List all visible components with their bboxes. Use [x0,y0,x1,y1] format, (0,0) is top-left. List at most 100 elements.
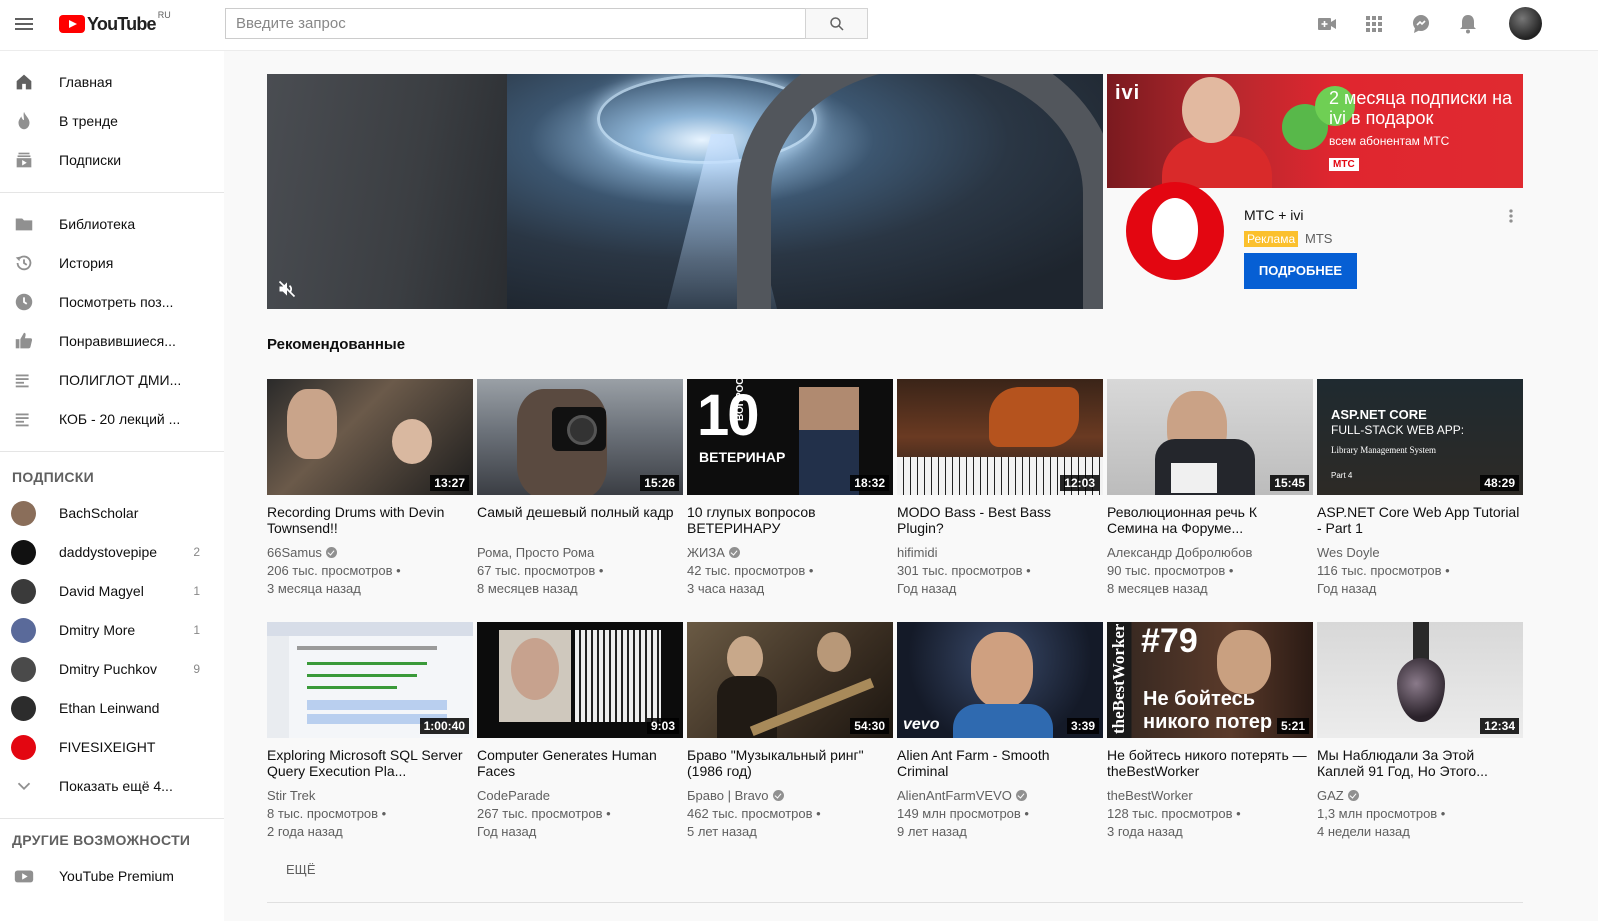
video-title[interactable]: Alien Ant Farm - Smooth Criminal [897,747,1101,779]
video-thumbnail[interactable]: 1:00:40 [267,622,473,738]
subscriptions-heading: ПОДПИСКИ [12,469,94,485]
sidebar-sub-daddystovepipe[interactable]: daddystovepipe 2 [0,532,224,572]
sidebar-show-more[interactable]: Показать ещё 4... [0,766,224,806]
sidebar-item-label: Показать ещё 4... [59,778,173,794]
video-title[interactable]: Самый дешевый полный кадр [477,504,681,520]
sidebar-item-youtube-premium[interactable]: YouTube Premium [0,856,224,896]
sidebar-sub-dmitry-puchkov[interactable]: Dmitry Puchkov 9 [0,649,224,689]
video-channel[interactable]: Браво | Bravo [687,788,784,803]
more-vert-icon[interactable] [1501,206,1521,226]
sidebar-sub-david-magyel[interactable]: David Magyel 1 [0,571,224,611]
thumb-window-bar [267,622,473,636]
video-card[interactable]: ASP.NET CORE FULL-STACK WEB APP: Library… [1317,379,1523,599]
sidebar-item-liked[interactable]: Понравившиеся... [0,321,224,361]
playlist-icon [15,374,29,388]
video-title[interactable]: ASP.NET Core Web App Tutorial - Part 1 [1317,504,1521,536]
sidebar-item-label: В тренде [59,113,118,129]
sidebar-item-subscriptions[interactable]: Подписки [0,140,224,180]
video-channel[interactable]: CodeParade [477,788,550,803]
video-duration: 18:32 [850,475,889,491]
video-title[interactable]: MODO Bass - Best Bass Plugin? [897,504,1101,536]
video-card[interactable]: vevo 3:39 Alien Ant Farm - Smooth Crimin… [897,622,1103,842]
sidebar-item-playlist-polyglot[interactable]: ПОЛИГЛОТ ДМИ... [0,360,224,400]
new-videos-count: 1 [193,584,200,598]
video-title[interactable]: Мы Наблюдали За Этой Каплей 91 Год, Но Э… [1317,747,1521,779]
video-thumbnail[interactable]: 54:30 [687,622,893,738]
ad-banner-image[interactable]: ivi 2 месяца подписки на ivi в подарок в… [1107,74,1523,188]
sidebar-sub-fivesixeight[interactable]: FIVESIXEIGHT [0,727,224,767]
video-thumbnail[interactable]: 15:45 [1107,379,1313,495]
sidebar-item-label: daddystovepipe [59,544,158,560]
video-card[interactable]: 9:03 Computer Generates Human Faces Code… [477,622,683,842]
banner-wall [267,74,507,309]
video-channel[interactable]: ЖИЗА [687,545,740,560]
video-card[interactable]: 54:30 Браво "Музыкальный ринг" (1986 год… [687,622,893,842]
menu-icon[interactable] [12,12,36,36]
video-card[interactable]: 13:27 Recording Drums with Devin Townsen… [267,379,473,599]
channel-banner-video[interactable] [267,74,1103,309]
video-thumbnail[interactable]: 15:26 [477,379,683,495]
ad-advertiser-logo[interactable] [1126,182,1224,280]
video-channel[interactable]: hifimidi [897,545,937,560]
video-card[interactable]: 1:00:40 Exploring Microsoft SQL Server Q… [267,622,473,842]
video-thumbnail[interactable]: 13:27 [267,379,473,495]
video-channel[interactable]: GAZ [1317,788,1359,803]
video-title[interactable]: Не бойтесь никого потерять — theBestWork… [1107,747,1311,779]
youtube-logo[interactable]: YouTube RU [59,10,171,36]
video-title[interactable]: Recording Drums with Devin Townsend!! [267,504,471,536]
video-channel[interactable]: 66Samus [267,545,337,560]
video-thumbnail[interactable]: 9:03 [477,622,683,738]
video-card[interactable]: 12:34 Мы Наблюдали За Этой Каплей 91 Год… [1317,622,1523,842]
account-avatar[interactable] [1509,7,1542,40]
sidebar-item-watch-later[interactable]: Посмотреть поз... [0,282,224,322]
messages-icon[interactable] [1409,12,1433,36]
sidebar-item-label: Понравившиеся... [59,333,176,349]
sidebar-item-playlist-kob[interactable]: КОБ - 20 лекций ... [0,399,224,439]
chevron-down-icon [17,782,31,791]
video-views: 267 тыс. просмотров • [477,806,611,821]
video-card[interactable]: 10 ВОПРОСОВ ВЕТЕРИНАР 18:32 10 глупых во… [687,379,893,599]
sidebar-sub-bachscholar[interactable]: BachScholar [0,493,224,533]
search-input[interactable]: Введите запрос [225,8,806,39]
video-channel[interactable]: Stir Trek [267,788,315,803]
video-title[interactable]: Computer Generates Human Faces [477,747,681,779]
show-more-button[interactable]: ЕЩЁ [286,862,316,877]
sidebar-item-trending[interactable]: В тренде [0,101,224,141]
sidebar-item-history[interactable]: История [0,243,224,283]
video-card[interactable]: 12:03 MODO Bass - Best Bass Plugin? hifi… [897,379,1103,599]
ad-banner-subtext: всем абонентам МТС [1329,134,1450,148]
video-thumbnail[interactable]: ASP.NET CORE FULL-STACK WEB APP: Library… [1317,379,1523,495]
sidebar-sub-dmitry-more[interactable]: Dmitry More 1 [0,610,224,650]
search-button[interactable] [805,8,868,39]
video-views: 301 тыс. просмотров • [897,563,1031,578]
video-title[interactable]: 10 глупых вопросов ВЕТЕРИНАРУ [687,504,891,536]
video-thumbnail[interactable]: theBestWorker #79 Не бойтесь никого поте… [1107,622,1313,738]
video-title[interactable]: Революционная речь К Семина на Форуме... [1107,504,1311,536]
apps-grid-icon[interactable] [1362,12,1386,36]
video-title[interactable]: Exploring Microsoft SQL Server Query Exe… [267,747,471,779]
video-thumbnail[interactable]: vevo 3:39 [897,622,1103,738]
video-duration: 5:21 [1276,718,1309,734]
sidebar-item-library[interactable]: Библиотека [0,204,224,244]
video-channel[interactable]: Wes Doyle [1317,545,1380,560]
video-channel[interactable]: AlienAntFarmVEVO [897,788,1027,803]
video-thumbnail[interactable]: 10 ВОПРОСОВ ВЕТЕРИНАР 18:32 [687,379,893,495]
video-thumbnail[interactable]: 12:34 [1317,622,1523,738]
video-title[interactable]: Браво "Музыкальный ринг" (1986 год) [687,747,891,779]
video-channel[interactable]: Рома, Просто Рома [477,545,594,560]
ad-title[interactable]: МТС + ivi [1244,207,1304,223]
sidebar-sub-ethan-leinwand[interactable]: Ethan Leinwand [0,688,224,728]
sidebar-item-home[interactable]: Главная [0,62,224,102]
video-card[interactable]: theBestWorker #79 Не бойтесь никого поте… [1107,622,1313,842]
video-camera-icon[interactable] [1315,12,1339,36]
thumb-side-text: theBestWorker [1109,623,1128,734]
video-channel[interactable]: theBestWorker [1107,788,1193,803]
video-card[interactable]: 15:45 Революционная речь К Семина на Фор… [1107,379,1313,599]
mute-icon[interactable] [277,279,297,299]
video-card[interactable]: 15:26 Самый дешевый полный кадр Рома, Пр… [477,379,683,599]
video-thumbnail[interactable]: 12:03 [897,379,1103,495]
ad-learn-more-button[interactable]: ПОДРОБНЕЕ [1244,253,1357,289]
video-channel[interactable]: Александр Добролюбов [1107,545,1252,560]
bell-icon[interactable] [1456,12,1480,36]
video-views: 1,3 млн просмотров • [1317,806,1446,821]
